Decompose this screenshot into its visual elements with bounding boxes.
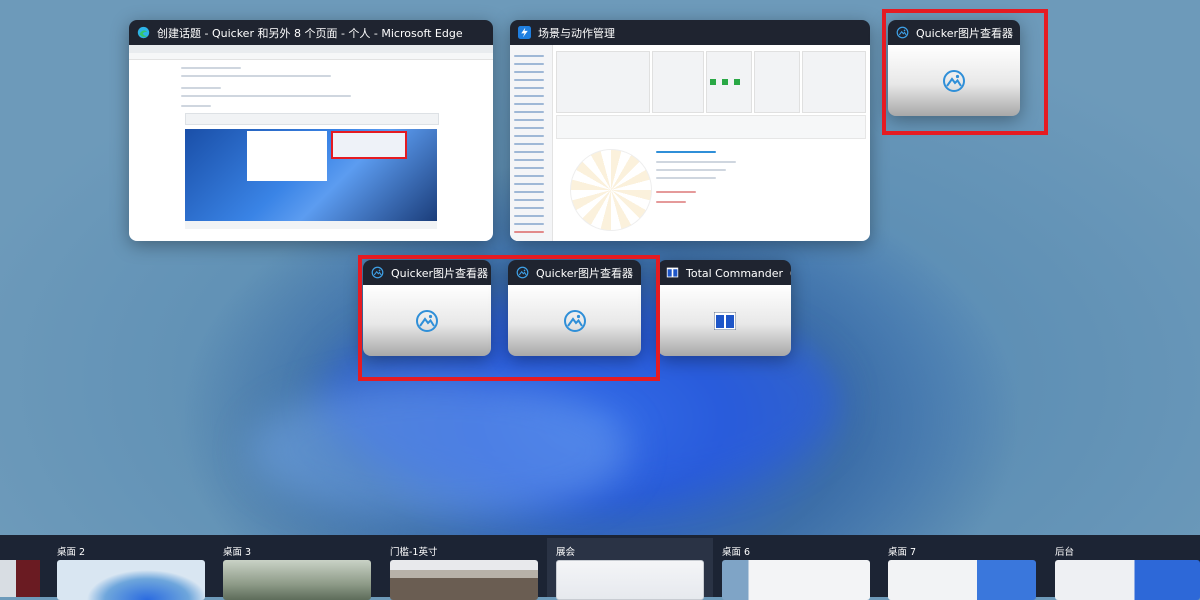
total-commander-title: Total Commander（在接... xyxy=(686,266,791,280)
total-commander-titlebar[interactable]: Total Commander（在接... xyxy=(658,260,791,285)
desktop-thumbnail xyxy=(556,560,704,600)
desktop-label: 桌面 7 xyxy=(888,547,917,558)
scene-manager-titlebar[interactable]: 场景与动作管理 xyxy=(510,20,870,45)
desktop-item-6[interactable]: 桌面 6 xyxy=(722,538,872,600)
image-viewer-title-2: Quicker图片查看器 xyxy=(391,266,489,280)
image-viewer-icon xyxy=(896,26,909,39)
image-viewer-preview-3 xyxy=(508,285,641,356)
total-commander-app-icon xyxy=(713,311,736,330)
desktop-label: 桌面 3 xyxy=(223,547,252,558)
desktop-thumbnail xyxy=(888,560,1036,600)
desktop-thumbnail xyxy=(57,560,205,600)
image-viewer-titlebar-1[interactable]: Quicker图片查看器 xyxy=(888,20,1020,45)
quicker-icon xyxy=(518,26,531,39)
image-viewer-app-icon xyxy=(563,309,586,332)
desktop-thumbnail xyxy=(223,560,371,600)
desktop-label: 展会 xyxy=(556,547,576,558)
desktop-thumbnail xyxy=(1055,560,1200,600)
scene-manager-preview xyxy=(510,45,870,241)
desktop-label: 门槛-1英寸 xyxy=(390,547,438,558)
image-viewer-titlebar-2[interactable]: Quicker图片查看器 xyxy=(363,260,491,285)
desktop-item-expo[interactable]: 展会 xyxy=(556,538,706,600)
desktop-label: 桌面 2 xyxy=(57,547,86,558)
image-viewer-preview-1 xyxy=(888,45,1020,116)
desktop-item-threshold[interactable]: 门槛-1英寸 xyxy=(390,538,540,600)
desktop-partial-thumb[interactable] xyxy=(0,560,40,597)
total-commander-window[interactable]: Total Commander（在接... xyxy=(658,260,791,356)
desktop-thumbnail xyxy=(390,560,538,600)
wallpaper-bloom-2 xyxy=(250,380,630,520)
image-viewer-app-icon xyxy=(943,69,965,92)
image-viewer-title-3: Quicker图片查看器 xyxy=(536,266,634,280)
image-viewer-titlebar-3[interactable]: Quicker图片查看器 xyxy=(508,260,641,285)
desktop-item-background[interactable]: 后台 xyxy=(1055,538,1200,600)
edge-window-title: 创建话题 - Quicker 和另外 8 个页面 - 个人 - Microsof… xyxy=(157,26,463,40)
image-viewer-title-1: Quicker图片查看器 xyxy=(916,26,1014,40)
scene-manager-title: 场景与动作管理 xyxy=(538,26,615,40)
edge-preview xyxy=(129,45,493,241)
desktop-item-7[interactable]: 桌面 7 xyxy=(888,538,1038,600)
image-viewer-window-2[interactable]: Quicker图片查看器 xyxy=(363,260,491,356)
edge-icon xyxy=(137,26,150,39)
desktop-item-3[interactable]: 桌面 3 xyxy=(223,538,373,600)
desktop-thumbnail xyxy=(722,560,870,600)
edge-titlebar[interactable]: 创建话题 - Quicker 和另外 8 个页面 - 个人 - Microsof… xyxy=(129,20,493,45)
edge-window[interactable]: 创建话题 - Quicker 和另外 8 个页面 - 个人 - Microsof… xyxy=(129,20,493,241)
image-viewer-window-1[interactable]: Quicker图片查看器 xyxy=(888,20,1020,116)
desktop-label: 桌面 6 xyxy=(722,547,751,558)
scene-manager-window[interactable]: 场景与动作管理 xyxy=(510,20,870,241)
image-viewer-icon xyxy=(516,266,529,279)
image-viewer-window-3[interactable]: Quicker图片查看器 xyxy=(508,260,641,356)
image-viewer-icon xyxy=(371,266,384,279)
desktop-item-2[interactable]: 桌面 2 xyxy=(57,538,207,600)
desktop-label: 后台 xyxy=(1055,547,1075,558)
total-commander-preview xyxy=(658,285,791,356)
total-commander-icon xyxy=(666,267,679,278)
image-viewer-preview-2 xyxy=(363,285,491,356)
image-viewer-app-icon xyxy=(416,309,438,332)
